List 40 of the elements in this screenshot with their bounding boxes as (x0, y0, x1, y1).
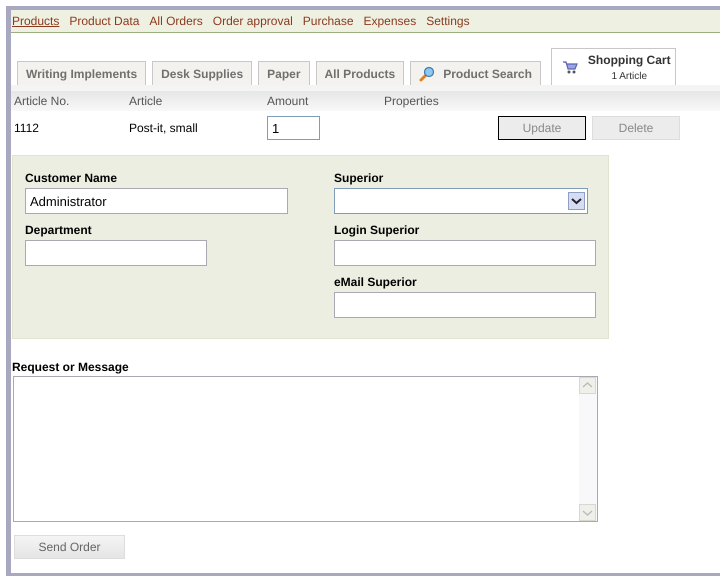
send-order-button[interactable]: Send Order (14, 535, 125, 559)
field-label: Department (25, 222, 93, 238)
field-label: Superior (334, 170, 384, 186)
text-field[interactable]: Administrator (25, 188, 288, 214)
menu-link[interactable]: Expenses (364, 12, 416, 30)
menu-link[interactable]: Purchase (302, 12, 354, 30)
text-field[interactable] (334, 292, 596, 318)
search-icon (419, 66, 436, 82)
cart-icon (562, 59, 578, 75)
table-cell-text: 1112 (13, 120, 40, 137)
amount-field[interactable]: 1 (267, 116, 320, 140)
message-field[interactable] (13, 376, 598, 522)
scroll-down-icon[interactable] (579, 504, 596, 521)
cart-title: Shopping Cart (588, 52, 671, 68)
column-header: Article No. (13, 93, 70, 110)
menu-link[interactable]: Product Data (69, 12, 140, 30)
category-tab[interactable]: Desk Supplies (152, 61, 252, 85)
text-field[interactable] (25, 240, 207, 266)
column-header: Properties (384, 93, 440, 110)
menu-link[interactable]: All Orders (149, 12, 203, 30)
category-tab[interactable]: All Products (316, 61, 404, 85)
chevron-down-icon (568, 192, 585, 210)
column-header: Amount (267, 93, 310, 110)
superior-dropdown[interactable] (334, 188, 588, 214)
category-tab[interactable]: Paper (258, 61, 310, 85)
column-header: Article (129, 93, 164, 110)
scroll-up-icon[interactable] (579, 377, 596, 394)
category-tab[interactable]: Writing Implements (17, 61, 146, 85)
field-label: Request or Message (12, 359, 130, 375)
cart-tab[interactable]: Shopping Cart 1 Article (550, 48, 676, 85)
text-field[interactable] (334, 240, 596, 266)
category-tab[interactable]: Product Search (410, 61, 541, 85)
field-label: eMail Superior (334, 274, 418, 290)
table-cell-text: Post-it, small (129, 120, 199, 137)
cart-count: 1 Article (611, 70, 648, 84)
menu-link[interactable]: Products (12, 12, 60, 30)
field-label: Login Superior (334, 222, 420, 238)
menu-link[interactable]: Settings (426, 12, 470, 30)
menu-link[interactable]: Order approval (212, 12, 293, 30)
field-label: Customer Name (25, 170, 118, 186)
